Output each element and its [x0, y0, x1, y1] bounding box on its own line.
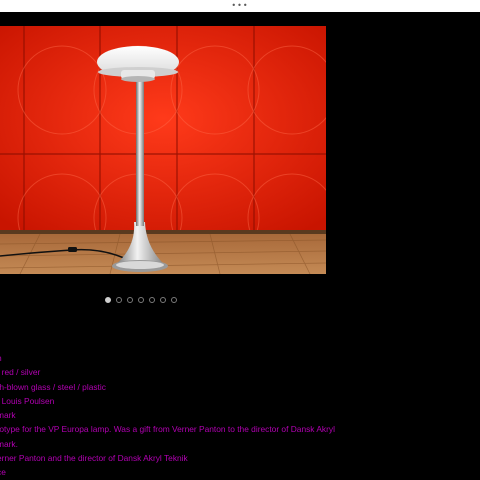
- detail-line-2: / red / silver: [0, 367, 41, 378]
- more-dots-icon[interactable]: •••: [231, 2, 248, 10]
- product-photo[interactable]: [0, 26, 326, 274]
- product-details: n / red / silver th-blown glass / steel …: [0, 351, 480, 480]
- detail-line-8: erner Panton and the director of Dansk A…: [0, 453, 188, 464]
- gallery-dot-4[interactable]: [138, 297, 144, 303]
- detail-line-4: : Louis Poulsen: [0, 395, 55, 406]
- detail-line-3: th-blown glass / steel / plastic: [0, 381, 106, 392]
- gallery-dot-2[interactable]: [116, 297, 122, 303]
- gallery-dot-6[interactable]: [160, 297, 166, 303]
- gallery-dot-7[interactable]: [171, 297, 177, 303]
- detail-line-1: n: [0, 351, 480, 365]
- detail-line-5: mark: [0, 410, 16, 421]
- gallery-dot-5[interactable]: [149, 297, 155, 303]
- gallery-dot-1[interactable]: [105, 297, 111, 303]
- detail-line-9: ce: [0, 467, 6, 478]
- top-bar: •••: [0, 0, 480, 12]
- gallery-pagination: [105, 297, 177, 303]
- detail-line-6: totype for the VP Europa lamp. Was a gif…: [0, 424, 335, 435]
- gallery-dot-3[interactable]: [127, 297, 133, 303]
- detail-line-7: mark.: [0, 438, 18, 449]
- lamp-photo-image: [0, 26, 326, 274]
